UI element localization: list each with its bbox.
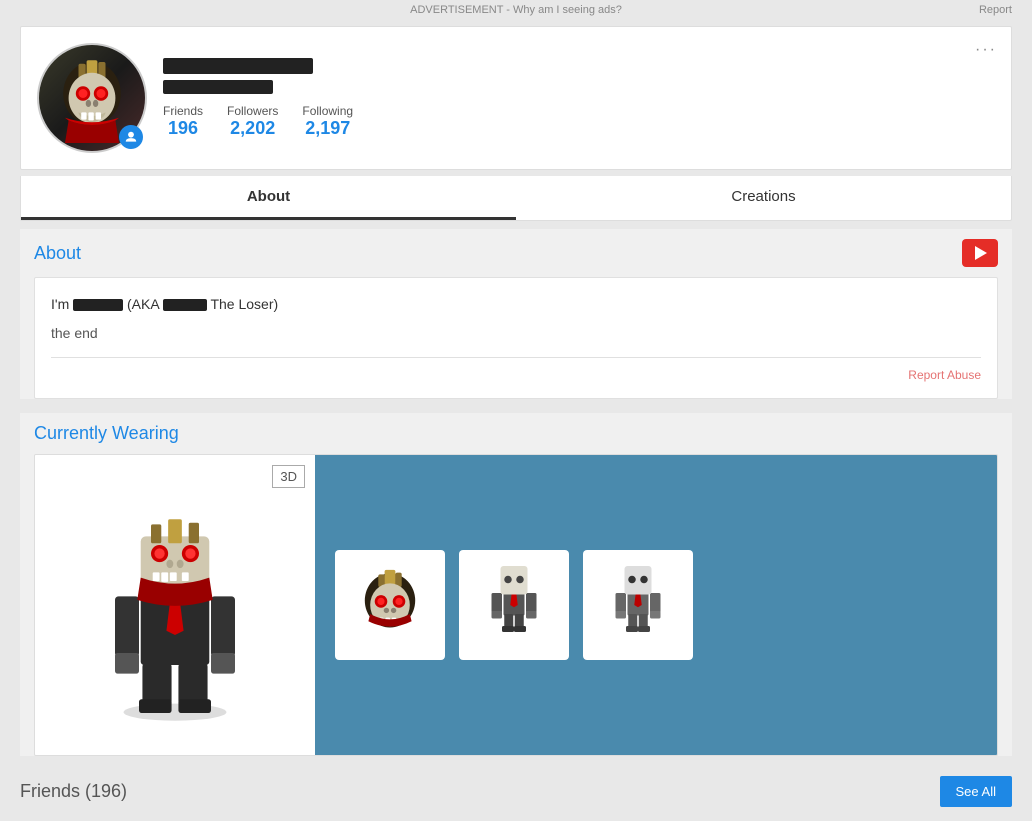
ad-bar: ADVERTISEMENT - Why am I seeing ads? Rep… <box>0 0 1032 20</box>
report-abuse-link[interactable]: Report Abuse <box>908 368 981 382</box>
following-value: 2,197 <box>302 118 353 139</box>
bio-aka: (AKA <box>127 296 163 312</box>
display-name-redacted <box>163 58 313 74</box>
wearing-title: Currently Wearing <box>20 413 1012 454</box>
bio-aka-name-redacted <box>163 299 207 311</box>
item-thumb-1[interactable] <box>335 550 445 660</box>
friends-title: Friends (196) <box>20 781 127 802</box>
bio-name-redacted <box>73 299 123 311</box>
items-panel <box>315 455 997 755</box>
profile-card: Friends 196 Followers 2,202 Following 2,… <box>20 26 1012 170</box>
item-thumb-2[interactable] <box>459 550 569 660</box>
followers-label: Followers <box>227 104 278 118</box>
avatar-badge <box>119 125 143 149</box>
user-icon <box>124 130 138 144</box>
friends-section: Friends (196) See All <box>20 770 1012 813</box>
friends-value: 196 <box>163 118 203 139</box>
avatar-3d-svg <box>75 485 275 725</box>
youtube-play-icon <box>975 246 987 260</box>
wearing-body: 3D <box>34 454 998 756</box>
about-section: About I'm (AKA The Loser) the end Report… <box>20 229 1012 399</box>
tab-about[interactable]: About <box>21 176 516 220</box>
item-1-svg <box>345 560 435 650</box>
item-thumb-3[interactable] <box>583 550 693 660</box>
stat-following[interactable]: Following 2,197 <box>302 104 353 139</box>
bio-line-1: I'm (AKA The Loser) <box>51 294 981 315</box>
friends-label: Friends <box>163 104 203 118</box>
stat-friends[interactable]: Friends 196 <box>163 104 203 139</box>
about-header: About <box>20 229 1012 277</box>
avatar-wrap <box>37 43 147 153</box>
sub-name-redacted <box>163 80 273 94</box>
tab-creations[interactable]: Creations <box>516 176 1011 220</box>
wearing-section: Currently Wearing 3D <box>20 413 1012 756</box>
about-content: I'm (AKA The Loser) the end Report Abuse <box>34 277 998 399</box>
avatar-3d-panel: 3D <box>35 455 315 755</box>
item-2-svg <box>469 560 559 650</box>
3d-button[interactable]: 3D <box>272 465 305 488</box>
bio-im: I'm <box>51 296 69 312</box>
three-dots-menu[interactable]: ··· <box>975 41 997 59</box>
profile-info: Friends 196 Followers 2,202 Following 2,… <box>163 58 995 139</box>
bio-end: the end <box>51 325 981 341</box>
item-3-svg <box>593 560 683 650</box>
about-title: About <box>34 243 81 264</box>
stat-followers[interactable]: Followers 2,202 <box>227 104 278 139</box>
bio-loser: The Loser) <box>210 296 278 312</box>
followers-value: 2,202 <box>227 118 278 139</box>
youtube-button[interactable] <box>962 239 998 267</box>
ad-text: ADVERTISEMENT - Why am I seeing ads? <box>410 4 622 16</box>
report-ad-link[interactable]: Report <box>979 4 1012 16</box>
tabs-bar: About Creations <box>20 176 1012 221</box>
following-label: Following <box>302 104 353 118</box>
see-all-button[interactable]: See All <box>940 776 1012 807</box>
report-abuse-row: Report Abuse <box>51 357 981 382</box>
username-row <box>163 58 995 94</box>
stats-row: Friends 196 Followers 2,202 Following 2,… <box>163 104 995 139</box>
